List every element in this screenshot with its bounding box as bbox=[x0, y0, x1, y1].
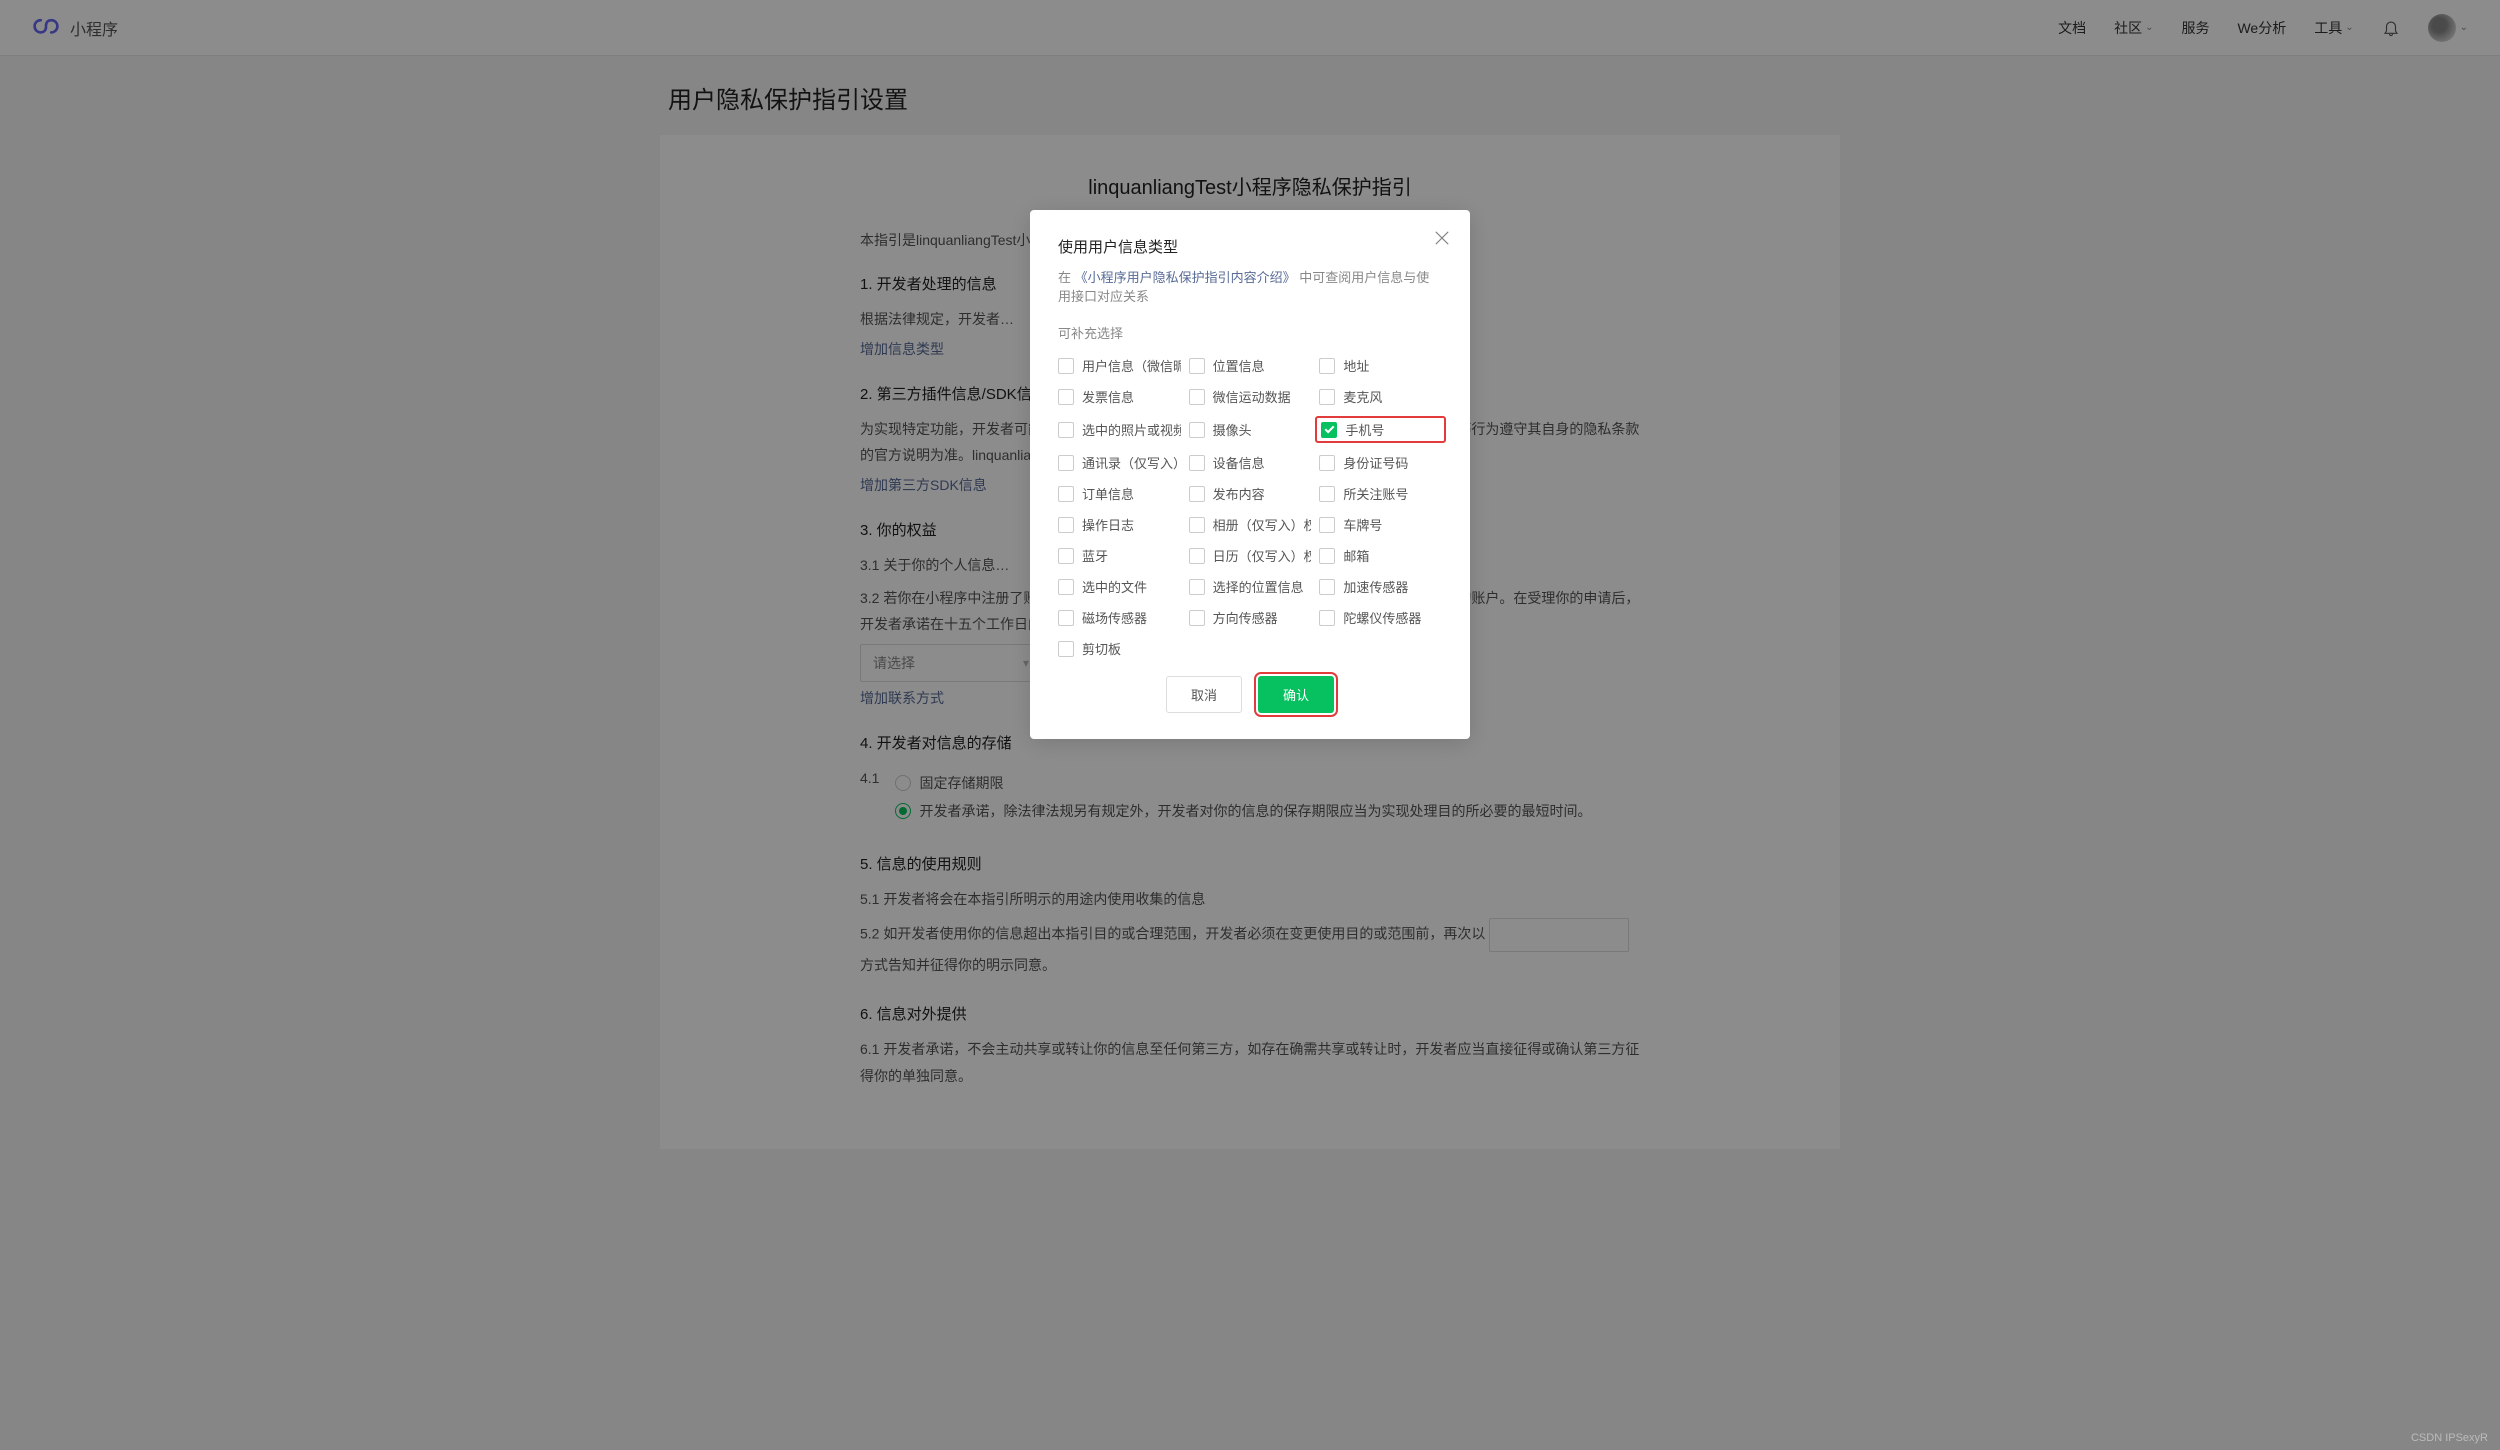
checkbox-option[interactable]: 身份证号码 bbox=[1319, 453, 1442, 472]
checkbox-option[interactable]: 选中的照片或视频… bbox=[1058, 418, 1181, 441]
checkbox-label: 地址 bbox=[1343, 356, 1369, 375]
checkbox-option[interactable]: 加速传感器 bbox=[1319, 577, 1442, 596]
checkbox-label: 用户信息（微信昵… bbox=[1082, 356, 1181, 375]
checkbox-label: 磁场传感器 bbox=[1082, 608, 1147, 627]
checkbox-icon bbox=[1189, 455, 1205, 471]
user-info-type-modal: 使用用户信息类型 在 《小程序用户隐私保护指引内容介绍》 中可查阅用户信息与使用… bbox=[1030, 210, 1470, 739]
checkbox-label: 手机号 bbox=[1345, 420, 1384, 439]
checkbox-icon bbox=[1189, 389, 1205, 405]
checkbox-icon bbox=[1058, 389, 1074, 405]
checkbox-icon bbox=[1058, 610, 1074, 626]
checkbox-option[interactable]: 日历（仅写入）权限 bbox=[1189, 546, 1312, 565]
checkbox-option[interactable]: 方向传感器 bbox=[1189, 608, 1312, 627]
checkbox-label: 加速传感器 bbox=[1343, 577, 1408, 596]
checkbox-label: 摄像头 bbox=[1213, 420, 1252, 439]
checkbox-icon bbox=[1189, 486, 1205, 502]
modal-subtitle: 在 《小程序用户隐私保护指引内容介绍》 中可查阅用户信息与使用接口对应关系 bbox=[1058, 267, 1442, 305]
modal-overlay[interactable]: 使用用户信息类型 在 《小程序用户隐私保护指引内容介绍》 中可查阅用户信息与使用… bbox=[0, 0, 2500, 1450]
checkbox-option[interactable]: 选中的文件 bbox=[1058, 577, 1181, 596]
checkbox-icon bbox=[1319, 548, 1335, 564]
highlighted-option: 手机号 bbox=[1315, 416, 1446, 443]
checkbox-option[interactable]: 操作日志 bbox=[1058, 515, 1181, 534]
text: 在 bbox=[1058, 270, 1071, 285]
checkbox-label: 方向传感器 bbox=[1213, 608, 1278, 627]
checkbox-label: 所关注账号 bbox=[1343, 484, 1408, 503]
checkbox-option[interactable]: 手机号 bbox=[1321, 420, 1440, 439]
checkbox-label: 选中的照片或视频… bbox=[1082, 420, 1181, 439]
checkbox-option[interactable]: 摄像头 bbox=[1189, 418, 1312, 441]
checkbox-icon bbox=[1319, 579, 1335, 595]
cancel-button[interactable]: 取消 bbox=[1166, 676, 1242, 713]
checkbox-icon bbox=[1319, 389, 1335, 405]
checkbox-icon bbox=[1058, 517, 1074, 533]
checkbox-option[interactable]: 订单信息 bbox=[1058, 484, 1181, 503]
checkbox-icon bbox=[1058, 548, 1074, 564]
checkbox-option[interactable]: 用户信息（微信昵… bbox=[1058, 356, 1181, 375]
checkbox-icon bbox=[1058, 358, 1074, 374]
checkbox-label: 蓝牙 bbox=[1082, 546, 1108, 565]
checkbox-option[interactable]: 所关注账号 bbox=[1319, 484, 1442, 503]
checkbox-option[interactable]: 剪切板 bbox=[1058, 639, 1181, 658]
checkbox-label: 操作日志 bbox=[1082, 515, 1134, 534]
checkbox-icon bbox=[1319, 486, 1335, 502]
checkbox-label: 发票信息 bbox=[1082, 387, 1134, 406]
checkbox-label: 微信运动数据 bbox=[1213, 387, 1291, 406]
checkbox-icon bbox=[1189, 610, 1205, 626]
checkbox-icon bbox=[1319, 517, 1335, 533]
checkbox-icon bbox=[1058, 641, 1074, 657]
checkbox-option[interactable]: 陀螺仪传感器 bbox=[1319, 608, 1442, 627]
checkbox-icon bbox=[1321, 422, 1337, 438]
checkbox-icon bbox=[1189, 548, 1205, 564]
checkbox-option[interactable]: 地址 bbox=[1319, 356, 1442, 375]
checkbox-label: 剪切板 bbox=[1082, 639, 1121, 658]
checkbox-option[interactable]: 蓝牙 bbox=[1058, 546, 1181, 565]
modal-title: 使用用户信息类型 bbox=[1058, 236, 1442, 257]
modal-footer: 取消 确认 bbox=[1058, 676, 1442, 713]
checkbox-icon bbox=[1058, 455, 1074, 471]
checkbox-label: 相册（仅写入）权限 bbox=[1213, 515, 1312, 534]
checkbox-label: 位置信息 bbox=[1213, 356, 1265, 375]
checkbox-option[interactable]: 麦克风 bbox=[1319, 387, 1442, 406]
watermark: CSDN IPSexyR bbox=[2411, 1432, 2488, 1444]
checkbox-label: 车牌号 bbox=[1343, 515, 1382, 534]
checkbox-label: 邮箱 bbox=[1343, 546, 1369, 565]
close-icon[interactable] bbox=[1432, 228, 1452, 248]
checkbox-option[interactable]: 磁场传感器 bbox=[1058, 608, 1181, 627]
checkbox-label: 发布内容 bbox=[1213, 484, 1265, 503]
checkbox-icon bbox=[1189, 517, 1205, 533]
checkbox-icon bbox=[1189, 579, 1205, 595]
checkbox-option[interactable]: 邮箱 bbox=[1319, 546, 1442, 565]
checkbox-icon bbox=[1319, 610, 1335, 626]
checkbox-option[interactable]: 位置信息 bbox=[1189, 356, 1312, 375]
checkbox-label: 日历（仅写入）权限 bbox=[1213, 546, 1312, 565]
checkbox-option[interactable]: 发布内容 bbox=[1189, 484, 1312, 503]
checkbox-label: 选择的位置信息 bbox=[1213, 577, 1304, 596]
modal-section-label: 可补充选择 bbox=[1058, 323, 1442, 342]
checkbox-icon bbox=[1189, 422, 1205, 438]
checkbox-label: 通讯录（仅写入）… bbox=[1082, 453, 1181, 472]
confirm-button[interactable]: 确认 bbox=[1258, 676, 1334, 713]
checkbox-option[interactable]: 微信运动数据 bbox=[1189, 387, 1312, 406]
checkbox-label: 陀螺仪传感器 bbox=[1343, 608, 1421, 627]
checkbox-icon bbox=[1058, 579, 1074, 595]
checkbox-icon bbox=[1319, 358, 1335, 374]
checkbox-option[interactable]: 通讯录（仅写入）… bbox=[1058, 453, 1181, 472]
checkbox-label: 订单信息 bbox=[1082, 484, 1134, 503]
checkbox-option[interactable]: 设备信息 bbox=[1189, 453, 1312, 472]
checkbox-icon bbox=[1189, 358, 1205, 374]
checkbox-label: 选中的文件 bbox=[1082, 577, 1147, 596]
checkbox-label: 麦克风 bbox=[1343, 387, 1382, 406]
checkbox-option[interactable]: 车牌号 bbox=[1319, 515, 1442, 534]
checkbox-option[interactable]: 选择的位置信息 bbox=[1189, 577, 1312, 596]
checkbox-label: 身份证号码 bbox=[1343, 453, 1408, 472]
privacy-guide-link[interactable]: 《小程序用户隐私保护指引内容介绍》 bbox=[1075, 270, 1296, 285]
checkbox-icon bbox=[1319, 455, 1335, 471]
checkbox-grid: 用户信息（微信昵… 位置信息 地址发票信息 微信运动数据 麦克风选中的照片或视频… 摄像头… bbox=[1058, 356, 1442, 658]
checkbox-label: 设备信息 bbox=[1213, 453, 1265, 472]
checkbox-icon bbox=[1058, 486, 1074, 502]
checkbox-icon bbox=[1058, 422, 1074, 438]
checkbox-option[interactable]: 相册（仅写入）权限 bbox=[1189, 515, 1312, 534]
checkbox-option[interactable]: 发票信息 bbox=[1058, 387, 1181, 406]
